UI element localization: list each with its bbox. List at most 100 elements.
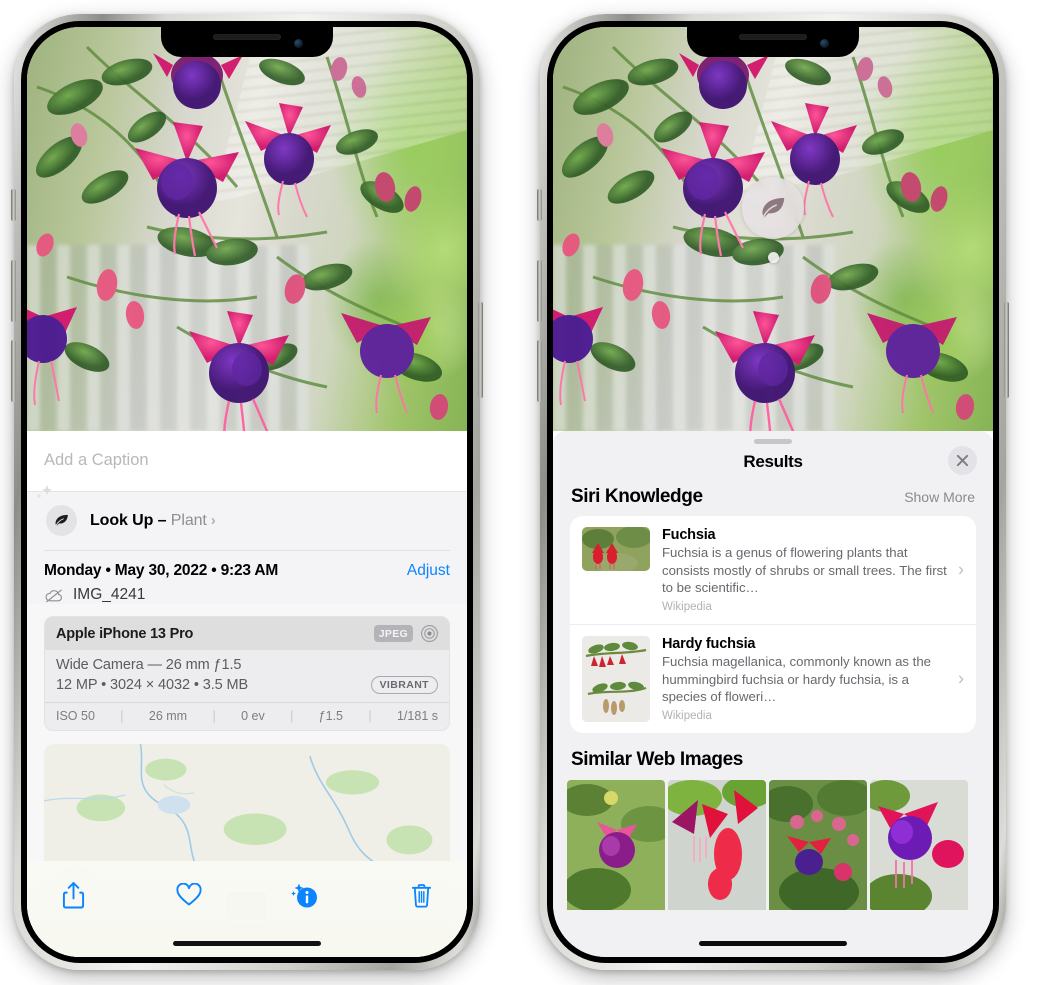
camera-header-badges: JPEG bbox=[373, 624, 439, 643]
notch bbox=[687, 27, 859, 57]
similar-image-1[interactable] bbox=[567, 780, 665, 957]
adjust-date-button[interactable]: Adjust bbox=[407, 562, 450, 580]
leaf-icon bbox=[55, 514, 68, 527]
photo-viewer[interactable] bbox=[553, 27, 993, 431]
left-screen: Add a Caption Look Up – Plant › Monday •… bbox=[27, 27, 467, 957]
exif-divider: | bbox=[120, 709, 124, 723]
caption-input[interactable]: Add a Caption bbox=[27, 431, 467, 492]
silence-switch[interactable] bbox=[11, 189, 16, 221]
marker-dot bbox=[767, 252, 779, 263]
similar-web-images-title: Similar Web Images bbox=[571, 749, 743, 771]
metadata-section: Monday • May 30, 2022 • 9:23 AM Adjust I… bbox=[27, 551, 467, 604]
lens-info: Wide Camera — 26 mm ƒ1.5 bbox=[56, 657, 242, 673]
right-screen: Results Siri Knowledge Show More Fuchsia… bbox=[553, 27, 993, 957]
knowledge-description: Fuchsia is a genus of flowering plants t… bbox=[662, 545, 947, 596]
notch bbox=[161, 27, 333, 57]
exif-divider: | bbox=[212, 709, 216, 723]
similar-images-strip[interactable] bbox=[553, 780, 993, 957]
favorite-button[interactable] bbox=[169, 875, 209, 915]
knowledge-source: Wikipedia bbox=[662, 710, 712, 723]
exif-focal: 26 mm bbox=[148, 709, 188, 723]
filename: IMG_4241 bbox=[73, 586, 146, 603]
exif-shutter: 1/181 s bbox=[396, 709, 438, 723]
side-power-button[interactable] bbox=[1004, 302, 1009, 398]
sparkles-icon bbox=[36, 485, 52, 499]
photo-info-sheet: Add a Caption Look Up – Plant › Monday •… bbox=[27, 431, 467, 957]
leaf-badge bbox=[46, 505, 77, 536]
camera-info-card[interactable]: Apple iPhone 13 Pro JPEG Wide Camera — 2… bbox=[44, 616, 450, 731]
lookup-section: Look Up – Plant › bbox=[27, 485, 467, 551]
date-row: Monday • May 30, 2022 • 9:23 AM Adjust bbox=[44, 562, 450, 580]
look-up-subject: Plant bbox=[170, 511, 207, 529]
silence-switch[interactable] bbox=[537, 189, 542, 221]
delete-button[interactable] bbox=[401, 875, 441, 915]
similar-image-3[interactable] bbox=[769, 780, 867, 957]
icloud-slash-icon bbox=[45, 588, 62, 602]
device-bezel: Add a Caption Look Up – Plant › Monday •… bbox=[21, 21, 473, 963]
thumbnail-art bbox=[582, 636, 650, 723]
exif-iso: ISO 50 bbox=[56, 709, 95, 723]
exif-ev: 0 ev bbox=[241, 709, 265, 723]
exif-row: ISO 50 | 26 mm | 0 ev | ƒ1.5 | 1/181 s bbox=[45, 702, 449, 730]
hardy-fuchsia-thumbnail bbox=[582, 636, 650, 723]
photo-viewer[interactable] bbox=[27, 27, 467, 431]
similar-image-art bbox=[870, 780, 968, 919]
home-indicator[interactable] bbox=[173, 941, 321, 946]
results-title: Results bbox=[743, 452, 803, 471]
list-item[interactable]: Fuchsia Fuchsia is a genus of flowering … bbox=[570, 516, 976, 624]
exif-aperture: ƒ1.5 bbox=[318, 709, 344, 723]
fuchsia-flowers-art bbox=[27, 45, 449, 431]
volume-down-button[interactable] bbox=[537, 340, 542, 402]
siri-knowledge-title: Siri Knowledge bbox=[571, 486, 703, 507]
device-bezel: Results Siri Knowledge Show More Fuchsia… bbox=[547, 21, 999, 963]
map-roads bbox=[44, 744, 380, 866]
camera-card-body: Wide Camera — 26 mm ƒ1.5 12 MP • 3024 × … bbox=[45, 650, 449, 702]
look-up-label: Look Up – Plant › bbox=[90, 512, 216, 530]
knowledge-description: Fuchsia magellanica, commonly known as t… bbox=[662, 654, 932, 705]
chevron-right-icon: › bbox=[958, 668, 964, 689]
similar-image-art bbox=[668, 780, 766, 911]
list-item[interactable]: Hardy fuchsia Fuchsia magellanica, commo… bbox=[570, 624, 976, 733]
info-sparkle-icon bbox=[291, 883, 317, 908]
knowledge-title: Hardy fuchsia bbox=[662, 636, 756, 653]
share-icon bbox=[62, 881, 84, 908]
volume-up-button[interactable] bbox=[11, 260, 16, 322]
leaf-badge bbox=[742, 177, 804, 239]
thumbnail-art bbox=[582, 527, 650, 571]
camera-card-header: Apple iPhone 13 Pro JPEG bbox=[45, 617, 449, 650]
screenshot-stage: Add a Caption Look Up – Plant › Monday •… bbox=[0, 0, 1055, 985]
info-button[interactable] bbox=[285, 875, 325, 915]
results-header: Results bbox=[553, 444, 993, 486]
siri-knowledge-header: Siri Knowledge Show More bbox=[553, 486, 993, 516]
side-power-button[interactable] bbox=[478, 302, 483, 398]
results-sheet: Results Siri Knowledge Show More Fuchsia… bbox=[553, 431, 993, 957]
volume-up-button[interactable] bbox=[537, 260, 542, 322]
size-row: 12 MP • 3024 × 4032 • 3.5 MB VIBRANT bbox=[56, 676, 438, 694]
similar-image-2[interactable] bbox=[668, 780, 766, 957]
fuchsia-thumbnail bbox=[582, 527, 650, 571]
look-up-row[interactable]: Look Up – Plant › bbox=[36, 485, 450, 551]
earpiece-speaker bbox=[739, 34, 807, 40]
home-indicator[interactable] bbox=[699, 941, 847, 946]
visual-look-up-marker[interactable] bbox=[742, 177, 804, 263]
heart-icon bbox=[176, 883, 202, 906]
similar-image-art bbox=[567, 780, 665, 913]
leaf-icon bbox=[762, 198, 785, 219]
siri-knowledge-card: Fuchsia Fuchsia is a genus of flowering … bbox=[570, 516, 976, 734]
photographic-style-badge: VIBRANT bbox=[370, 676, 438, 694]
look-up-prefix: Look Up – bbox=[90, 511, 171, 529]
iphone-left-device: Add a Caption Look Up – Plant › Monday •… bbox=[11, 14, 483, 970]
similar-image-4[interactable] bbox=[870, 780, 968, 957]
share-button[interactable] bbox=[53, 875, 93, 915]
format-badge: JPEG bbox=[373, 625, 413, 642]
capture-date: Monday • May 30, 2022 • 9:23 AM bbox=[44, 562, 279, 579]
close-button[interactable] bbox=[948, 446, 977, 475]
show-more-button[interactable]: Show More bbox=[904, 489, 975, 505]
iphone-right-device: Results Siri Knowledge Show More Fuchsia… bbox=[537, 14, 1009, 970]
filename-row: IMG_4241 bbox=[44, 586, 450, 604]
close-icon bbox=[956, 454, 969, 467]
aperture-icon bbox=[421, 625, 438, 642]
volume-down-button[interactable] bbox=[11, 340, 16, 402]
similar-image-art bbox=[769, 780, 867, 917]
earpiece-speaker bbox=[213, 34, 281, 40]
